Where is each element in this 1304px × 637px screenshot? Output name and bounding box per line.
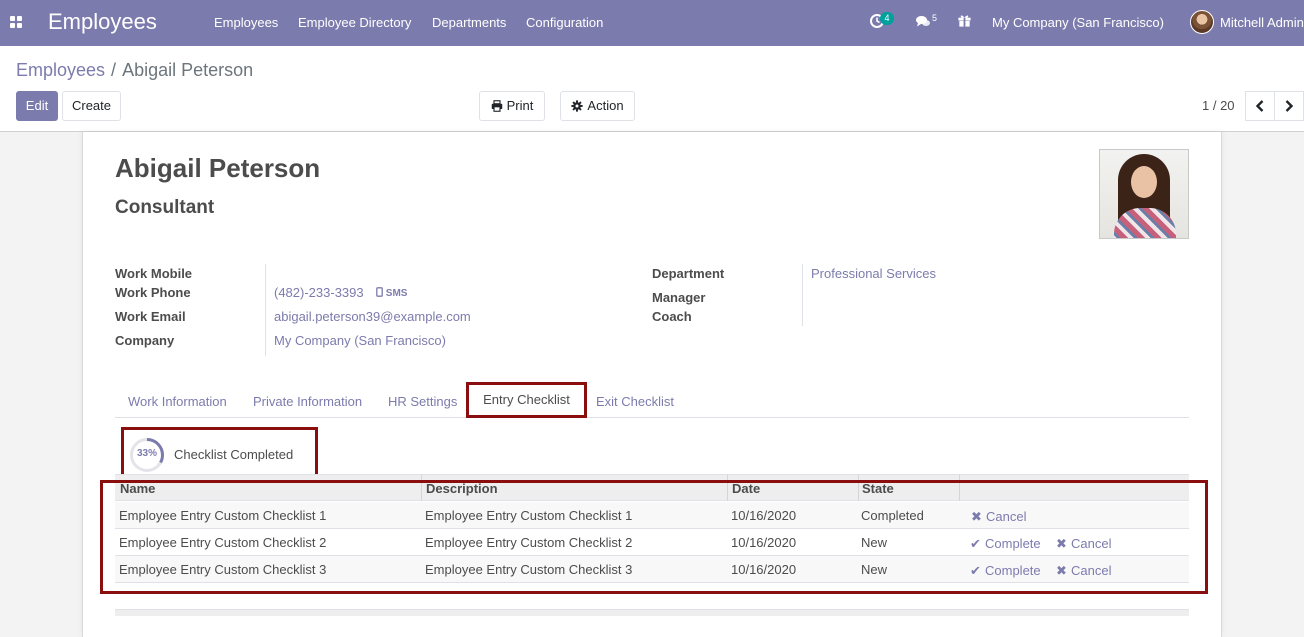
top-navbar: Employees Employees Employee Directory D… — [0, 0, 1304, 46]
menu-employees[interactable]: Employees — [214, 15, 278, 31]
tab-work-information[interactable]: Work Information — [128, 394, 227, 410]
right-field-separator — [802, 264, 803, 326]
app-title[interactable]: Employees — [48, 9, 157, 35]
gear-icon — [571, 100, 584, 112]
edit-button[interactable]: Edit — [16, 91, 58, 121]
company-label: Company — [115, 333, 175, 348]
tabs-divider — [115, 417, 1189, 418]
messages-count: 5 — [932, 13, 938, 23]
tab-exit-checklist[interactable]: Exit Checklist — [596, 394, 674, 410]
department-value[interactable]: Professional Services — [811, 266, 936, 282]
action-button[interactable]: Action — [560, 91, 635, 121]
mobile-icon — [376, 287, 383, 297]
sms-button[interactable]: SMS — [376, 287, 407, 300]
menu-departments[interactable]: Departments — [432, 15, 506, 31]
pager-value[interactable]: 1 / 20 — [1202, 98, 1235, 114]
control-panel: Employees / Abigail Peterson Edit Create P… — [0, 46, 1304, 132]
apps-icon[interactable] — [10, 16, 22, 28]
checklist-table-highlight — [100, 480, 1208, 594]
progress-percent: 33% — [136, 448, 157, 459]
user-menu[interactable]: Mitchell Admin — [1220, 15, 1304, 31]
work-mobile-label: Work Mobile — [115, 266, 193, 281]
tab-entry-checklist[interactable]: Entry Checklist — [466, 382, 587, 418]
company-value[interactable]: My Company (San Francisco) — [274, 333, 446, 349]
progress-label: Checklist Completed — [174, 447, 294, 462]
photo-face — [1131, 166, 1157, 198]
sms-label: SMS — [385, 288, 408, 299]
breadcrumb-employees[interactable]: Employees — [16, 60, 105, 80]
coach-label: Coach — [652, 309, 692, 324]
chat-icon[interactable] — [915, 13, 931, 32]
breadcrumb-separator: / — [111, 60, 117, 80]
manager-label: Manager — [652, 290, 706, 305]
table-footer — [115, 609, 1189, 616]
print-icon — [491, 100, 502, 112]
department-label: Department — [652, 266, 725, 281]
action-label: Action — [587, 98, 624, 113]
chevron-right-icon — [1285, 100, 1294, 112]
work-email-label: Work Email — [115, 309, 186, 324]
employee-name: Abigail Peterson — [115, 153, 321, 183]
tab-hr-settings[interactable]: HR Settings — [388, 394, 457, 410]
user-avatar[interactable] — [1190, 10, 1214, 34]
work-email-value[interactable]: abigail.peterson39@example.com — [274, 309, 471, 325]
menu-configuration[interactable]: Configuration — [526, 15, 603, 31]
print-label: Print — [506, 98, 534, 113]
breadcrumb: Employees / Abigail Peterson — [16, 59, 253, 81]
employee-job-title: Consultant — [115, 197, 215, 218]
work-phone-label: Work Phone — [115, 285, 191, 300]
activity-count-badge: 4 — [880, 12, 894, 25]
print-button[interactable]: Print — [479, 91, 545, 121]
company-switcher[interactable]: My Company (San Francisco) — [992, 15, 1164, 31]
gift-icon[interactable] — [957, 13, 972, 31]
menu-employee-directory[interactable]: Employee Directory — [298, 15, 411, 31]
work-phone-value[interactable]: (482)-233-3393 — [274, 285, 364, 301]
employee-photo[interactable] — [1099, 149, 1189, 239]
tab-private-information[interactable]: Private Information — [253, 394, 362, 410]
create-button[interactable]: Create — [62, 91, 121, 121]
chevron-left-icon — [1255, 100, 1264, 112]
pager-next-button[interactable] — [1274, 91, 1304, 121]
pager-previous-button[interactable] — [1245, 91, 1275, 121]
left-field-separator — [265, 264, 266, 356]
breadcrumb-current: Abigail Peterson — [122, 60, 254, 80]
